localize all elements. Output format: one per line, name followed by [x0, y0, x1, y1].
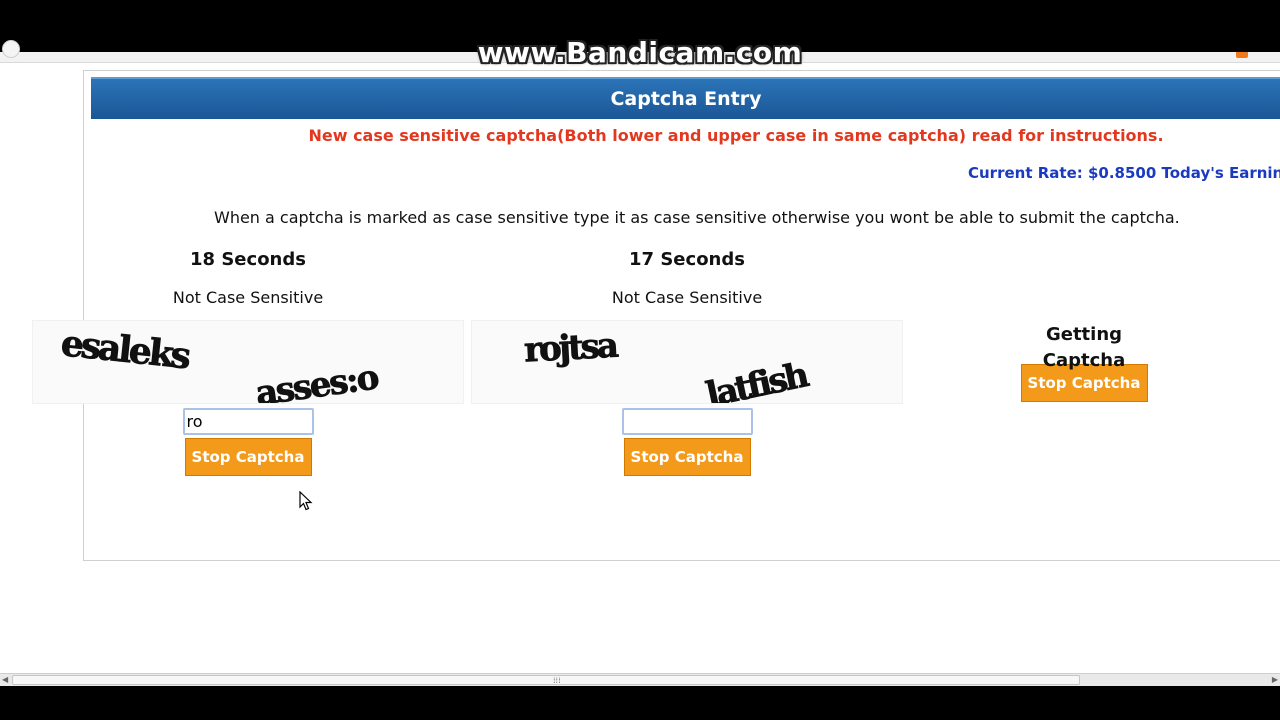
stop-captcha-button[interactable]: Stop Captcha	[623, 438, 751, 476]
captcha-slot-2: 17 Seconds Not Case Sensitive rojtsa lat…	[467, 248, 907, 476]
mouse-cursor-icon	[299, 491, 313, 511]
scroll-right-icon[interactable]: ▶	[1272, 675, 1278, 684]
recording-bottom-bar	[0, 686, 1280, 720]
stop-captcha-button[interactable]: Stop Captcha	[184, 438, 312, 476]
current-rate: Current Rate: $0.8500 Today's Earning	[968, 164, 1280, 182]
captcha-answer-input[interactable]	[182, 408, 314, 435]
case-sensitive-notice[interactable]: New case sensitive captcha(Both lower an…	[84, 126, 1280, 145]
getting-captcha-status: Getting Captcha	[1042, 324, 1126, 371]
instructions-text: When a captcha is marked as case sensiti…	[214, 208, 1180, 227]
captcha-answer-input[interactable]	[621, 408, 753, 435]
scrollbar-thumb[interactable]: ⁞⁞⁞	[12, 675, 1080, 685]
panel-title: Captcha Entry	[91, 77, 1280, 119]
captcha-word: asses:o	[253, 357, 381, 404]
captcha-image: esaleks asses:o	[32, 320, 464, 404]
horizontal-scrollbar[interactable]: ◀ ⁞⁞⁞ ▶	[0, 673, 1280, 686]
captcha-word: esaleks	[59, 322, 192, 377]
scrollbar-grip-icon: ⁞⁞⁞	[553, 676, 561, 685]
scroll-left-icon[interactable]: ◀	[2, 675, 8, 684]
captcha-image: rojtsa latfish	[471, 320, 903, 404]
captcha-slot-3: Getting Captcha Stop Captcha	[1004, 322, 1164, 402]
captcha-word: latfish	[703, 355, 812, 404]
bandicam-watermark: www.Bandicam.com	[477, 36, 803, 69]
countdown-timer: 18 Seconds	[190, 249, 306, 270]
captcha-slot-1: 18 Seconds Not Case Sensitive esaleks as…	[28, 248, 468, 476]
case-sensitivity-label: Not Case Sensitive	[611, 288, 763, 307]
captcha-word: rojtsa	[523, 326, 620, 371]
countdown-timer: 17 Seconds	[629, 249, 745, 270]
case-sensitivity-label: Not Case Sensitive	[172, 288, 324, 307]
